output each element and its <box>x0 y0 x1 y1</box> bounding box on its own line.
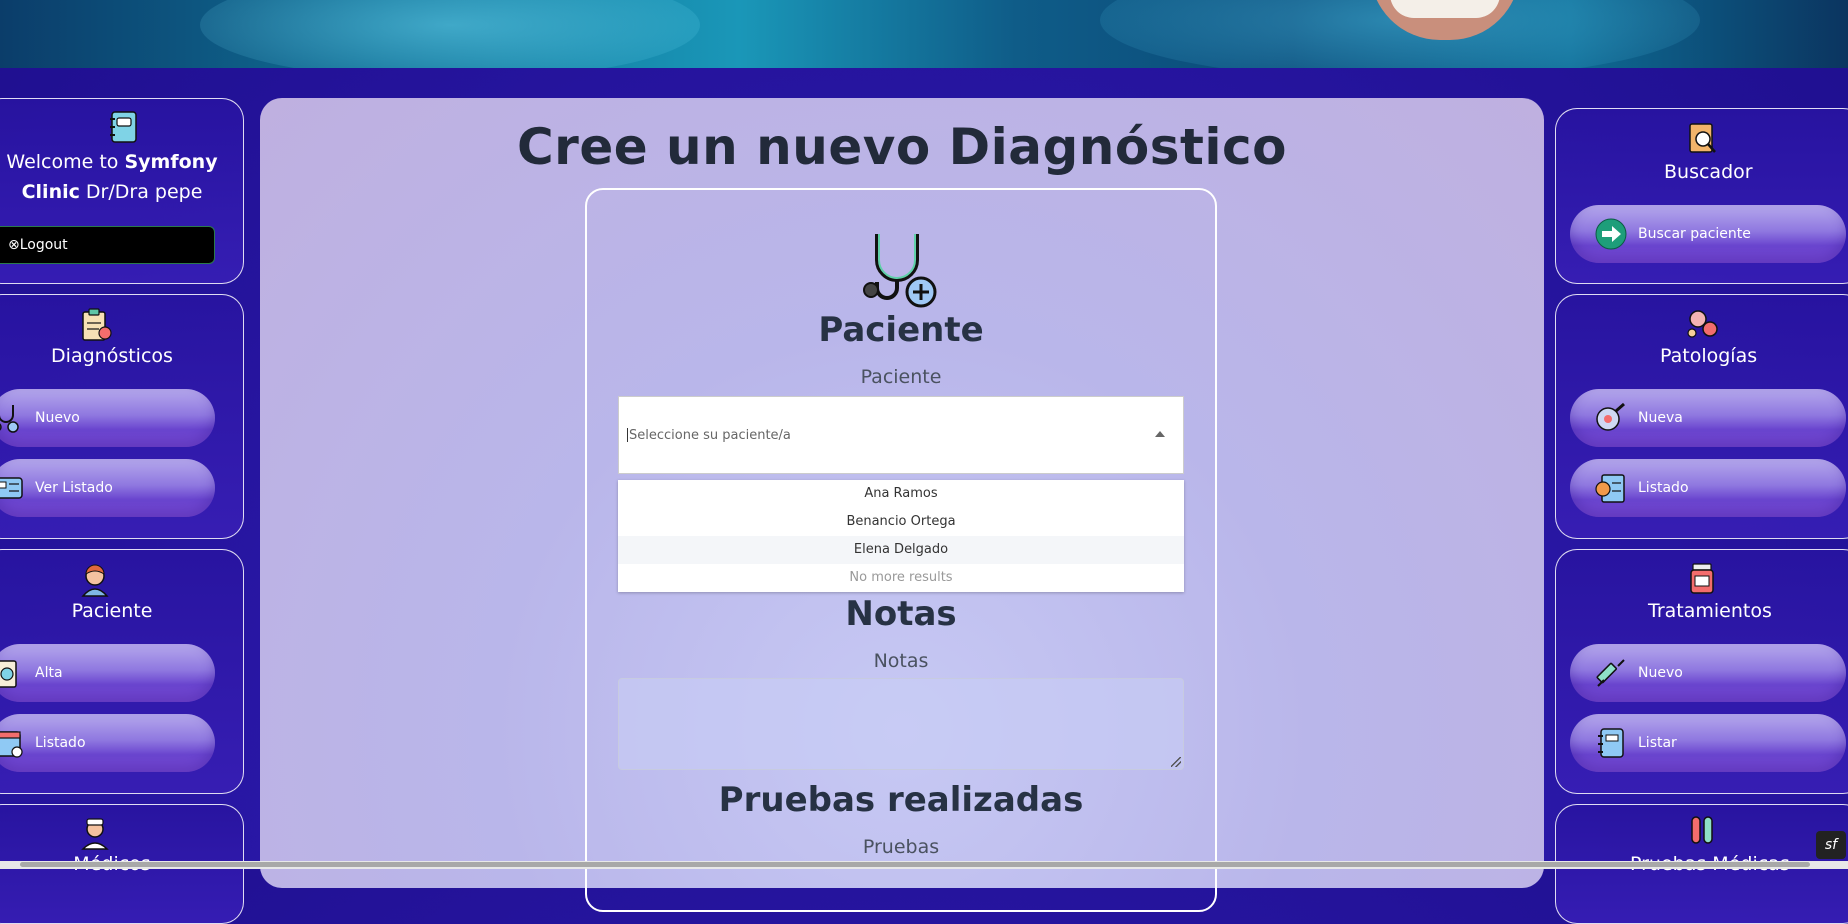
dropdown-option[interactable]: Benancio Ortega <box>618 508 1184 536</box>
stethoscope-icon <box>0 405 19 433</box>
buscador-title: Buscador <box>1664 161 1753 183</box>
notas-label: Notas <box>873 650 929 672</box>
notas-heading: Notas <box>845 594 957 634</box>
patologia-listado-button[interactable]: Listado <box>1570 459 1846 517</box>
paciente-label: Paciente <box>860 366 942 388</box>
main-panel: Cree un nuevo Diagnóstico Paciente Pacie… <box>260 98 1544 912</box>
tratamientos-card: Tratamientos Nuevo Listar <box>1555 549 1848 794</box>
notebook-list-icon <box>1598 728 1624 758</box>
calendar-icon <box>0 731 23 758</box>
page-title: Cree un nuevo Diagnóstico <box>516 118 1288 176</box>
patologias-title: Patologías <box>1660 345 1758 367</box>
welcome-text: Welcome to Symfony Clinic Dr/Dra pepe <box>6 151 218 203</box>
notas-textarea[interactable] <box>618 678 1184 770</box>
diagnostico-ver-listado-button[interactable]: Ver Listado <box>0 459 215 517</box>
buscador-card: Buscador Buscar paciente <box>1555 108 1848 284</box>
magnifier-virus-icon <box>1596 402 1625 431</box>
diagnostico-form: Paciente Paciente Seleccione su paciente… <box>585 188 1217 912</box>
virus-icon <box>1687 310 1718 338</box>
symfony-toolbar-icon[interactable]: sf <box>1816 831 1846 859</box>
stethoscope-plus-icon <box>863 234 937 308</box>
paciente-title: Paciente <box>71 600 153 622</box>
clipboard-icon <box>82 308 112 341</box>
patient-avatar-icon <box>81 564 109 597</box>
tratamiento-listar-button[interactable]: Listar <box>1570 714 1846 772</box>
resize-handle-icon[interactable] <box>1171 757 1181 767</box>
doctor-icon <box>81 818 109 850</box>
medical-records-icon <box>0 477 23 499</box>
paciente-card: Paciente Alta Listado <box>0 549 244 794</box>
pruebas-label: Pruebas <box>862 836 940 858</box>
diagnosticos-title: Diagnósticos <box>51 345 173 367</box>
buscar-paciente-button[interactable]: Buscar paciente <box>1570 205 1846 263</box>
report-list-icon <box>1595 474 1625 503</box>
logout-button[interactable]: ⊗Logout <box>0 226 215 264</box>
chevron-up-icon[interactable] <box>1155 431 1165 437</box>
dropdown-option[interactable]: Ana Ramos <box>618 480 1184 508</box>
paciente-heading: Paciente <box>818 310 984 350</box>
search-book-icon <box>1689 123 1716 153</box>
pruebas-heading: Pruebas realizadas <box>718 780 1084 820</box>
tratamientos-title: Tratamientos <box>1648 600 1772 622</box>
paciente-select[interactable]: Seleccione su paciente/a <box>618 396 1184 474</box>
horizontal-scrollbar[interactable] <box>0 861 1848 869</box>
paciente-dropdown-list: Ana Ramos Benancio Ortega Elena Delgado … <box>618 480 1184 592</box>
header-banner-image <box>0 0 1848 68</box>
arrow-right-icon <box>1595 218 1627 250</box>
patologia-nueva-button[interactable]: Nueva <box>1570 389 1846 447</box>
notebook-icon <box>110 111 137 143</box>
paciente-listado-button[interactable]: Listado <box>0 714 215 772</box>
test-tubes-icon <box>1691 816 1713 844</box>
syringe-icon <box>1596 659 1625 687</box>
tratamiento-nuevo-button[interactable]: Nuevo <box>1570 644 1846 702</box>
diagnosticos-card: Diagnósticos Nuevo Ver Listado <box>0 294 244 539</box>
clipboard-add-icon <box>0 660 17 688</box>
dropdown-option[interactable]: Elena Delgado <box>618 536 1184 564</box>
welcome-card: Welcome to Symfony Clinic Dr/Dra pepe ⊗L… <box>0 98 244 284</box>
dropdown-no-more-results: No more results <box>849 570 953 585</box>
medicine-bottle-icon <box>1690 563 1714 594</box>
patologias-card: Patologías Nueva Listado <box>1555 294 1848 539</box>
paciente-alta-button[interactable]: Alta <box>0 644 215 702</box>
diagnostico-nuevo-button[interactable]: Nuevo <box>0 389 215 447</box>
